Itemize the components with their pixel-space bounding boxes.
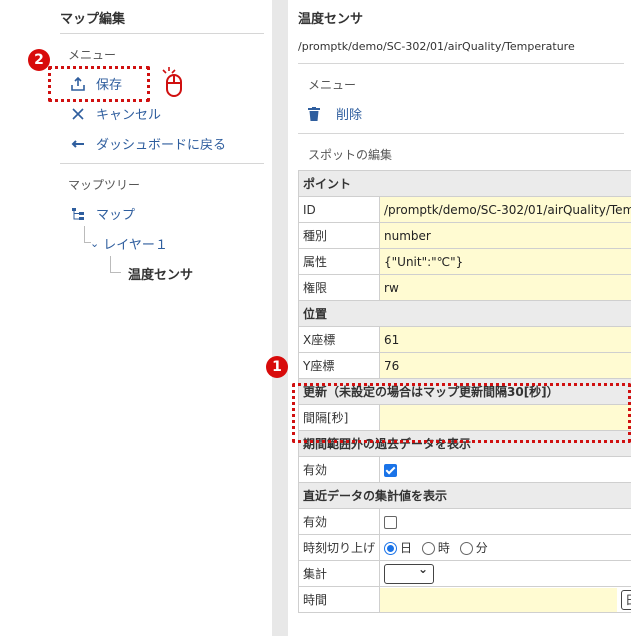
spot-title: 温度センサ xyxy=(298,12,364,27)
round-day-radio[interactable] xyxy=(384,542,398,555)
recent-data-header: 直近データの集計値を表示 xyxy=(297,482,631,509)
attribute-label: 属性 xyxy=(297,248,381,275)
round-up-label: 時刻切り上げ xyxy=(297,534,381,561)
menu-section-label: メニュー xyxy=(68,48,117,62)
trash-icon xyxy=(308,106,324,121)
sitemap-icon xyxy=(68,207,88,221)
divider xyxy=(298,133,624,134)
step-badge-2: 2 xyxy=(28,49,50,71)
step-badge-1: 1 xyxy=(266,356,288,378)
delete-label: 削除 xyxy=(336,108,363,123)
id-field[interactable]: /promptk/demo/SC-302/01/airQuality/Tempe… xyxy=(379,196,631,223)
tree-layer-label: レイヤー１ xyxy=(103,238,168,253)
mouse-click-icon xyxy=(160,66,190,102)
save-highlight-box xyxy=(48,66,150,102)
recent-enabled-checkbox[interactable] xyxy=(384,515,398,529)
divider xyxy=(60,33,264,34)
point-header: ポイント xyxy=(297,170,631,197)
x-coordinate-label: X座標 xyxy=(297,326,381,353)
right-menu-label: メニュー xyxy=(308,78,357,92)
y-coordinate-field[interactable]: 76 xyxy=(379,352,631,379)
time-unit-select[interactable]: 日 xyxy=(621,589,631,610)
tree-item-layer[interactable]: ⌄ レイヤー１ xyxy=(90,234,168,253)
map-tree-label: マップツリー xyxy=(68,178,141,192)
type-field[interactable]: number xyxy=(379,222,631,249)
spot-path: /promptk/demo/SC-302/01/airQuality/Tempe… xyxy=(298,40,575,53)
spot-edit-label: スポットの編集 xyxy=(308,148,393,162)
position-header: 位置 xyxy=(297,300,631,327)
type-label: 種別 xyxy=(297,222,381,249)
arrow-left-icon xyxy=(68,138,88,150)
round-minute-radio[interactable] xyxy=(459,542,473,555)
id-label: ID xyxy=(297,196,381,223)
y-coordinate-label: Y座標 xyxy=(297,352,381,379)
round-hour-label: 時 xyxy=(437,541,450,555)
chevron-down-icon: ⌄ xyxy=(90,237,100,250)
time-label: 時間 xyxy=(297,586,381,613)
past-enabled-checkbox[interactable] xyxy=(384,463,398,477)
divider xyxy=(60,163,264,164)
permission-label: 権限 xyxy=(297,274,381,301)
tree-item-map[interactable]: マップ xyxy=(68,204,135,223)
round-minute-label: 分 xyxy=(475,541,488,555)
permission-field[interactable]: rw xyxy=(379,274,631,301)
back-label: ダッシュボードに戻る xyxy=(96,138,227,153)
cancel-label: キャンセル xyxy=(96,108,162,123)
delete-button[interactable]: 削除 xyxy=(308,104,362,123)
close-icon xyxy=(68,107,88,121)
tree-item-temperature-sensor[interactable]: 温度センサ xyxy=(128,264,193,283)
past-enabled-label: 有効 xyxy=(297,456,381,483)
cancel-button[interactable]: キャンセル xyxy=(68,104,161,123)
divider xyxy=(298,63,624,64)
panel-divider[interactable] xyxy=(272,0,288,636)
back-to-dashboard-button[interactable]: ダッシュボードに戻る xyxy=(68,134,226,153)
update-highlight-box xyxy=(292,383,631,443)
aggregate-label: 集計 xyxy=(297,560,381,587)
map-edit-title: マップ編集 xyxy=(60,12,126,27)
time-field[interactable] xyxy=(380,587,618,612)
x-coordinate-field[interactable]: 61 xyxy=(379,326,631,353)
right-panel: 温度センサ /promptk/demo/SC-302/01/airQuality… xyxy=(288,0,631,636)
recent-enabled-label: 有効 xyxy=(297,508,381,535)
attribute-field[interactable]: {"Unit":"℃"} xyxy=(379,248,631,275)
round-day-label: 日 xyxy=(400,541,413,555)
tree-map-label: マップ xyxy=(96,208,136,223)
aggregate-select[interactable] xyxy=(384,562,435,584)
tree-connector xyxy=(110,256,121,273)
round-hour-radio[interactable] xyxy=(421,542,435,555)
